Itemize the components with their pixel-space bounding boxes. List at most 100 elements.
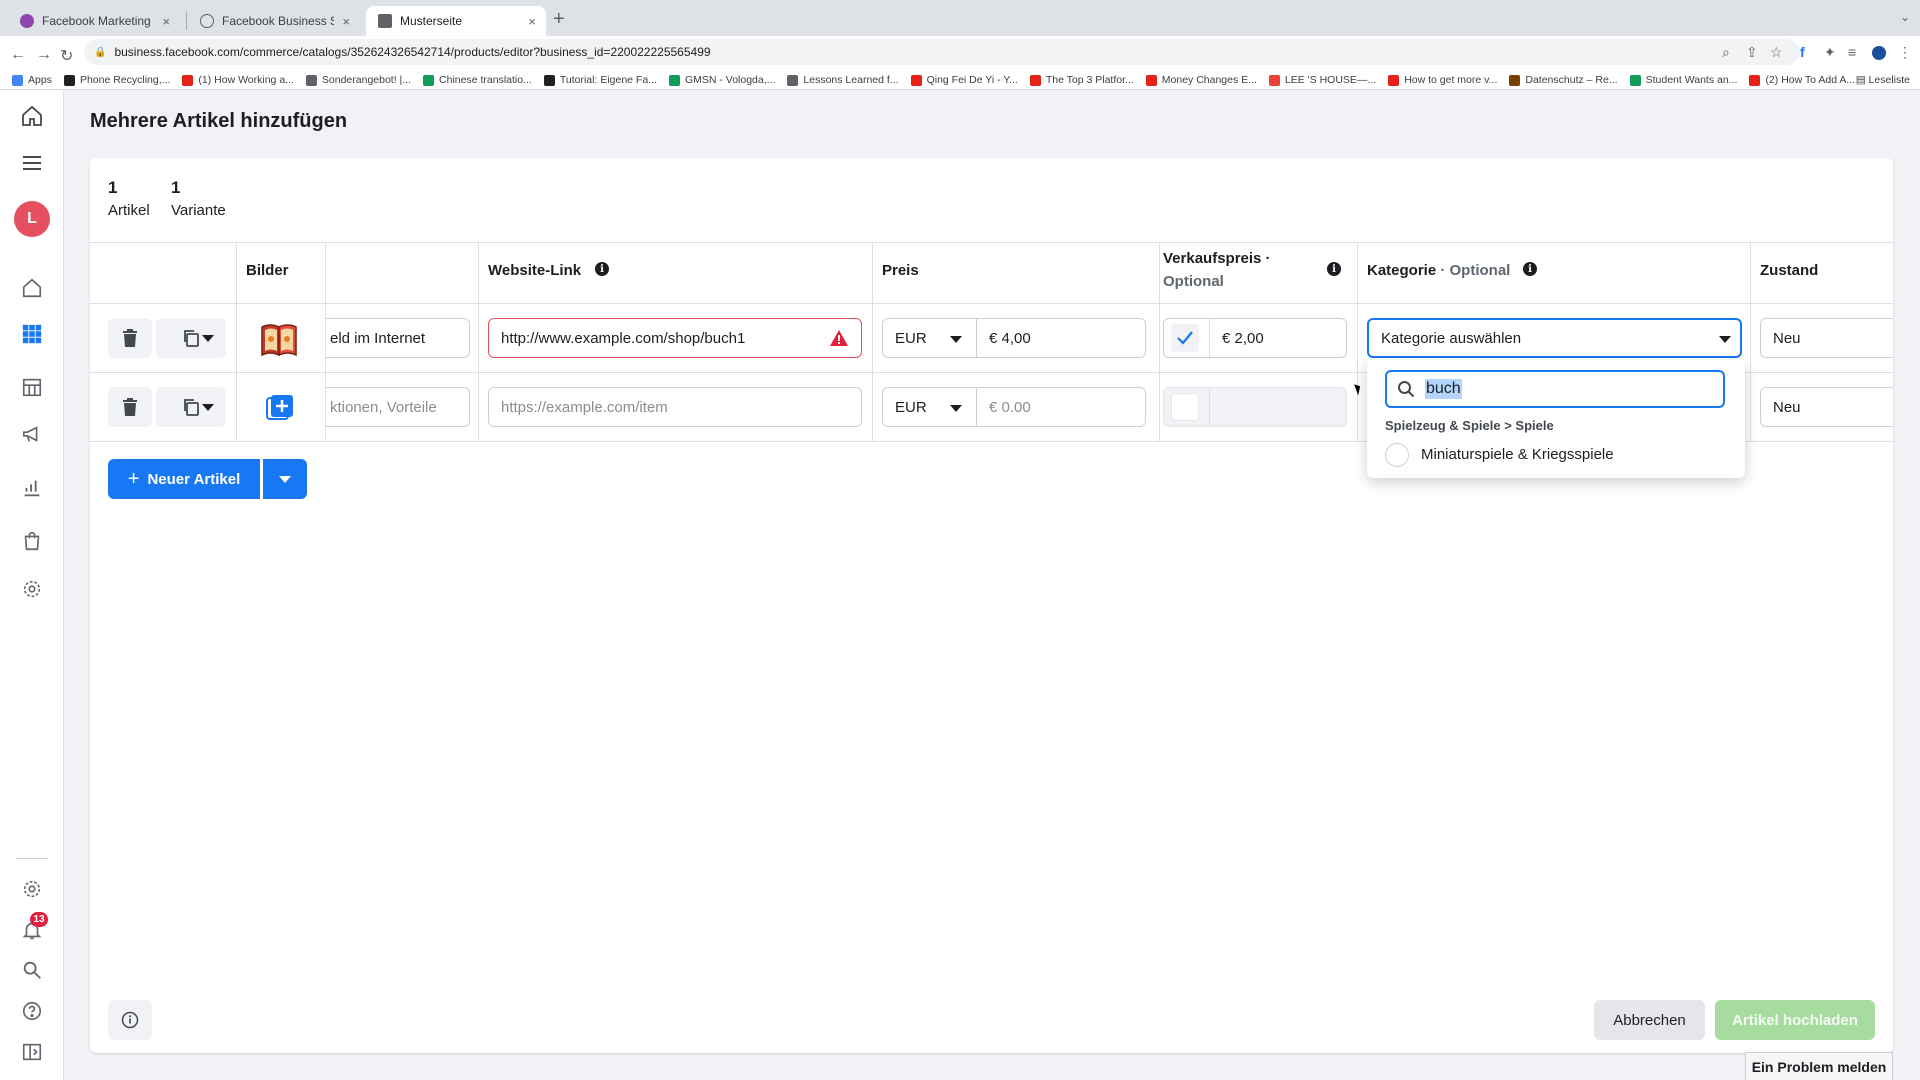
website-info-icon[interactable]: i bbox=[595, 262, 609, 276]
collapse-sidebar-icon[interactable] bbox=[18, 1038, 46, 1066]
shop-home-icon[interactable] bbox=[18, 274, 46, 302]
bookmark-item[interactable]: (1) How Working a... bbox=[182, 74, 294, 86]
new-item-label: Neuer Artikel bbox=[147, 470, 241, 488]
delete-row-button[interactable] bbox=[108, 318, 152, 358]
header-category-label: Kategorie bbox=[1367, 262, 1437, 279]
forward-icon[interactable]: → bbox=[36, 46, 52, 64]
currency-select[interactable]: EUR bbox=[882, 387, 977, 427]
menu-icon[interactable] bbox=[18, 149, 46, 177]
profile-icon[interactable] bbox=[1872, 46, 1886, 60]
table-border bbox=[236, 242, 237, 441]
back-icon[interactable]: ← bbox=[10, 46, 26, 64]
tab-close-icon[interactable]: × bbox=[528, 14, 536, 29]
browser-tab-active[interactable]: Musterseite × bbox=[366, 6, 546, 36]
avatar[interactable]: L bbox=[14, 201, 50, 237]
bookmark-item[interactable]: Money Changes E... bbox=[1145, 74, 1257, 86]
price-input[interactable]: € 0.00 bbox=[976, 387, 1146, 427]
category-option-radio[interactable] bbox=[1385, 443, 1409, 467]
header-images: Bilder bbox=[246, 262, 289, 279]
bookmark-favicon-icon bbox=[1268, 74, 1280, 86]
bookmark-label: Student Wants an... bbox=[1645, 74, 1738, 86]
bookmark-star-icon[interactable]: ☆ bbox=[1770, 44, 1783, 61]
search-icon[interactable] bbox=[18, 956, 46, 984]
product-image-book-icon[interactable] bbox=[260, 321, 298, 357]
bookmark-item[interactable]: Student Wants an... bbox=[1629, 74, 1738, 86]
media-icon[interactable]: ≡ bbox=[1848, 44, 1856, 60]
condition-select[interactable]: Neu bbox=[1760, 387, 1893, 427]
add-image-icon[interactable] bbox=[266, 394, 294, 420]
description-field[interactable]: ktionen, Vorteile bbox=[326, 387, 470, 427]
sale-price-checkbox[interactable] bbox=[1171, 324, 1199, 352]
facebook-extension-icon[interactable]: f bbox=[1800, 44, 1805, 60]
bookmark-item[interactable]: Lessons Learned f... bbox=[787, 74, 899, 86]
variant-count: 1 Variante bbox=[171, 178, 226, 219]
share-icon[interactable]: ⇪ bbox=[1746, 44, 1758, 61]
bookmark-favicon-icon bbox=[787, 74, 799, 86]
price-input[interactable]: € 4,00 bbox=[976, 318, 1146, 358]
bookmark-item[interactable]: Tutorial: Eigene Fa... bbox=[543, 74, 657, 86]
tab-close-icon[interactable]: × bbox=[342, 14, 350, 29]
bookmark-item[interactable]: GMSN - Vologda,... bbox=[668, 74, 775, 86]
bookmark-item[interactable]: LEE 'S HOUSE—... bbox=[1268, 74, 1376, 86]
bookmark-item[interactable]: The Top 3 Platfor... bbox=[1029, 74, 1134, 86]
store-icon[interactable] bbox=[18, 373, 46, 401]
insights-chart-icon[interactable] bbox=[18, 474, 46, 502]
tab-search-icon[interactable]: ⌄ bbox=[1900, 10, 1910, 24]
new-tab-button[interactable]: + bbox=[553, 8, 565, 31]
header-price: Preis bbox=[882, 262, 919, 279]
category-option[interactable]: Miniaturspiele & Kriegsspiele bbox=[1421, 446, 1614, 463]
sale-price-info-icon[interactable]: i bbox=[1327, 262, 1341, 276]
bookmark-item[interactable]: Datenschutz – Re... bbox=[1509, 74, 1618, 86]
settings-icon[interactable] bbox=[18, 875, 46, 903]
condition-select[interactable]: Neu bbox=[1760, 318, 1893, 358]
address-bar[interactable]: 🔒 business.facebook.com/commerce/catalog… bbox=[84, 39, 1800, 65]
info-icon bbox=[121, 1011, 139, 1029]
help-icon[interactable] bbox=[18, 997, 46, 1025]
catalog-grid-icon[interactable] bbox=[18, 320, 46, 348]
website-link-input[interactable]: https://example.com/item bbox=[488, 387, 862, 427]
description-field[interactable]: eld im Internet bbox=[326, 318, 470, 358]
bookmark-item[interactable]: Chinese translatio... bbox=[423, 74, 532, 86]
tab-close-icon[interactable]: × bbox=[162, 14, 170, 29]
nav-divider bbox=[16, 858, 48, 859]
bookmark-item[interactable]: Qing Fei De Yi - Y... bbox=[910, 74, 1018, 86]
report-problem-button[interactable]: Ein Problem melden bbox=[1745, 1052, 1893, 1080]
delete-row-button[interactable] bbox=[108, 387, 152, 427]
upload-items-button[interactable]: Artikel hochladen bbox=[1715, 1000, 1875, 1040]
sale-price-checkbox[interactable] bbox=[1171, 393, 1199, 421]
extensions-icon[interactable]: ✦ bbox=[1824, 44, 1836, 61]
browser-tab[interactable]: Facebook Business Suite × bbox=[188, 6, 360, 36]
trash-icon bbox=[123, 329, 137, 347]
bookmark-item[interactable]: How to get more v... bbox=[1388, 74, 1497, 86]
bookmark-item[interactable]: (2) How To Add A... bbox=[1749, 74, 1855, 86]
website-link-input[interactable]: http://www.example.com/shop/buch1 bbox=[488, 318, 862, 358]
new-item-options-button[interactable] bbox=[263, 459, 307, 499]
lock-icon: 🔒 bbox=[94, 46, 107, 58]
bookmark-item[interactable]: Phone Recycling,... bbox=[63, 74, 170, 86]
chevron-down-icon bbox=[950, 336, 962, 343]
bookmark-item[interactable]: Sonderangebot! |... bbox=[305, 74, 411, 86]
currency-select[interactable]: EUR bbox=[882, 318, 977, 358]
browser-tab[interactable]: Facebook Marketing & Werbe × bbox=[8, 6, 180, 36]
bookmark-item[interactable]: Apps bbox=[12, 74, 52, 86]
settings-gear-icon[interactable] bbox=[18, 575, 46, 603]
category-select[interactable]: Kategorie auswählen bbox=[1367, 318, 1742, 358]
browser-menu-icon[interactable]: ⋮ bbox=[1898, 44, 1912, 61]
reading-list[interactable]: ▤ Leseliste bbox=[1856, 74, 1910, 86]
duplicate-row-button[interactable] bbox=[156, 318, 226, 358]
category-info-icon[interactable]: i bbox=[1523, 262, 1537, 276]
reload-icon[interactable]: ↻ bbox=[60, 46, 73, 66]
new-item-button[interactable]: + Neuer Artikel bbox=[108, 459, 260, 499]
category-search-input[interactable]: buch bbox=[1385, 370, 1725, 408]
shopping-bag-icon[interactable] bbox=[18, 527, 46, 555]
megaphone-icon[interactable] bbox=[18, 420, 46, 448]
cancel-button[interactable]: Abbrechen bbox=[1594, 1000, 1705, 1040]
chevron-down-icon bbox=[1719, 336, 1731, 343]
home-icon[interactable] bbox=[18, 102, 46, 130]
info-button[interactable] bbox=[108, 1000, 152, 1040]
duplicate-row-button[interactable] bbox=[156, 387, 226, 427]
zoom-icon[interactable]: ⌕ bbox=[1722, 44, 1730, 61]
bookmark-favicon-icon bbox=[668, 74, 680, 86]
variant-count-number: 1 bbox=[171, 178, 181, 197]
chevron-down-icon bbox=[202, 335, 214, 342]
